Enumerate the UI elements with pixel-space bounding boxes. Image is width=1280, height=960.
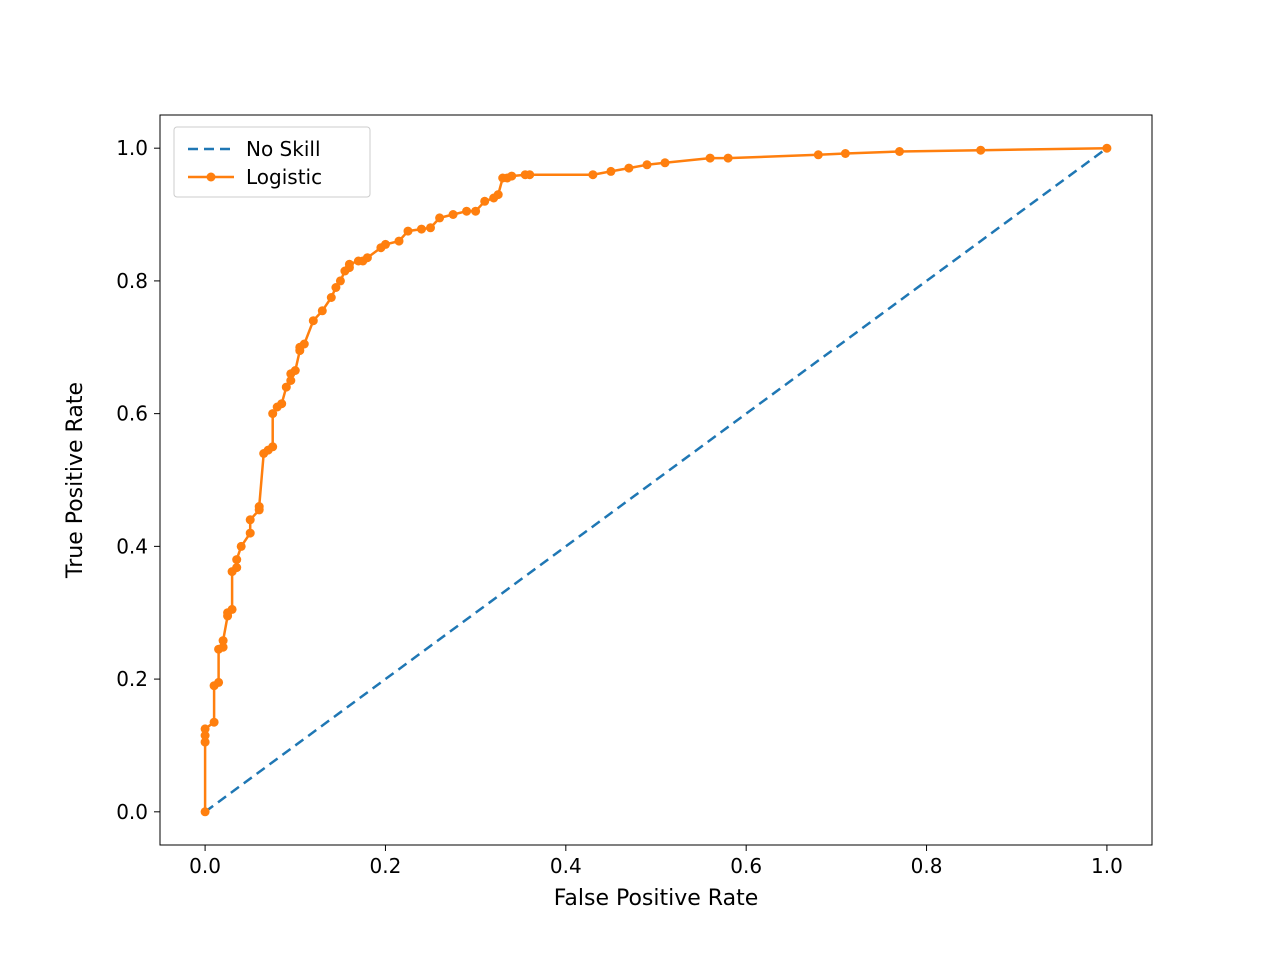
logistic-marker xyxy=(232,563,241,572)
no-skill-line xyxy=(205,148,1107,812)
logistic-marker xyxy=(201,724,210,733)
logistic-marker xyxy=(525,170,534,179)
x-axis-label: False Positive Rate xyxy=(554,886,758,911)
logistic-marker xyxy=(300,340,309,349)
logistic-marker xyxy=(318,306,327,315)
logistic-marker xyxy=(327,293,336,302)
logistic-marker xyxy=(814,150,823,159)
y-tick-label: 0.0 xyxy=(116,800,148,824)
chart-svg: 0.0 0.2 0.4 0.6 0.8 1.0 0.0 0.2 0.4 0.6 0.8 1.0 Fals… xyxy=(0,0,1280,960)
x-tick-label: 0.0 xyxy=(189,854,221,878)
y-tick-label: 0.8 xyxy=(116,269,148,293)
x-tick-label: 1.0 xyxy=(1091,854,1123,878)
logistic-marker xyxy=(219,636,228,645)
logistic-marker xyxy=(201,807,210,816)
x-tick-label: 0.2 xyxy=(370,854,402,878)
logistic-marker xyxy=(291,366,300,375)
logistic-marker xyxy=(336,276,345,285)
logistic-marker xyxy=(232,555,241,564)
x-tick-label: 0.8 xyxy=(911,854,943,878)
logistic-marker xyxy=(417,225,426,234)
y-tick-label: 0.4 xyxy=(116,534,148,558)
logistic-marker xyxy=(246,515,255,524)
roc-chart: 0.0 0.2 0.4 0.6 0.8 1.0 0.0 0.2 0.4 0.6 0.8 1.0 Fals… xyxy=(0,0,1280,960)
logistic-marker xyxy=(404,227,413,236)
logistic-marker xyxy=(706,154,715,163)
logistic-marker xyxy=(381,240,390,249)
logistic-marker xyxy=(237,542,246,551)
legend-label-logistic: Logistic xyxy=(246,165,322,189)
logistic-marker xyxy=(277,399,286,408)
logistic-marker xyxy=(462,207,471,216)
logistic-marker xyxy=(363,253,372,262)
logistic-marker xyxy=(624,164,633,173)
logistic-marker xyxy=(345,260,354,269)
logistic-marker xyxy=(976,146,985,155)
logistic-marker xyxy=(210,718,219,727)
y-tick-label: 0.2 xyxy=(116,667,148,691)
logistic-marker xyxy=(606,167,615,176)
logistic-marker xyxy=(895,147,904,156)
legend-label-no-skill: No Skill xyxy=(246,137,321,161)
logistic-marker xyxy=(494,190,503,199)
logistic-marker xyxy=(228,605,237,614)
legend-swatch-logistic-marker xyxy=(207,173,216,182)
logistic-marker xyxy=(643,160,652,169)
logistic-marker xyxy=(1102,144,1111,153)
logistic-marker xyxy=(255,502,264,511)
logistic-marker xyxy=(395,237,404,246)
logistic-marker xyxy=(214,678,223,687)
logistic-marker xyxy=(507,172,516,181)
logistic-marker xyxy=(471,207,480,216)
logistic-marker xyxy=(661,158,670,167)
x-tick-label: 0.6 xyxy=(730,854,762,878)
logistic-marker xyxy=(435,213,444,222)
y-tick-label: 1.0 xyxy=(116,136,148,160)
x-tick-label: 0.4 xyxy=(550,854,582,878)
y-tick-label: 0.6 xyxy=(116,402,148,426)
logistic-marker xyxy=(309,316,318,325)
y-axis-label: True Positive Rate xyxy=(63,382,88,579)
legend: No Skill Logistic xyxy=(174,127,370,197)
logistic-marker xyxy=(268,442,277,451)
logistic-marker xyxy=(841,149,850,158)
logistic-marker xyxy=(426,223,435,232)
logistic-marker xyxy=(724,154,733,163)
logistic-marker xyxy=(246,529,255,538)
logistic-marker xyxy=(480,197,489,206)
logistic-marker xyxy=(449,210,458,219)
logistic-marker xyxy=(588,170,597,179)
